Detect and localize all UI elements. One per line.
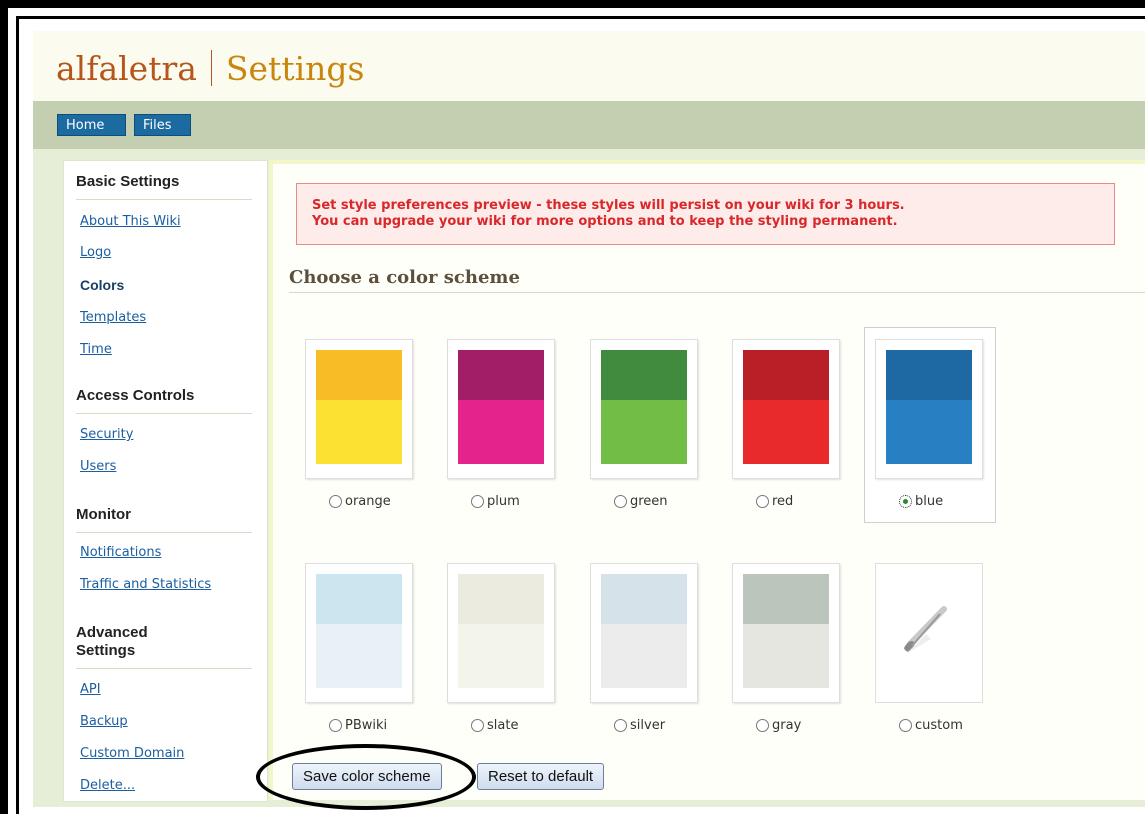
- scheme-label: silver: [630, 718, 666, 733]
- swatch-blue[interactable]: [875, 339, 983, 479]
- sidebar: Basic Settings About This Wiki Logo Colo…: [63, 160, 268, 802]
- scheme-label: custom: [915, 718, 963, 733]
- sidebar-divider: [76, 413, 252, 414]
- sidebar-heading-monitor: Monitor: [76, 506, 131, 523]
- swatch-header-color: [601, 350, 687, 400]
- swatch-body-color: [601, 400, 687, 464]
- annotation-circle: [256, 744, 476, 810]
- radio-button[interactable]: [899, 719, 912, 732]
- radio-button[interactable]: [614, 719, 627, 732]
- swatch-header-color: [743, 574, 829, 624]
- sidebar-item-about[interactable]: About This Wiki: [80, 214, 181, 229]
- scheme-option-red[interactable]: red: [756, 494, 793, 509]
- scheme-label: orange: [345, 494, 391, 509]
- swatch-header-color: [886, 350, 972, 400]
- swatch-body-color: [743, 624, 829, 688]
- sidebar-divider: [76, 668, 252, 669]
- sidebar-item-logo[interactable]: Logo: [80, 245, 111, 260]
- scheme-option-silver[interactable]: silver: [614, 718, 665, 733]
- swatch-header-color: [601, 574, 687, 624]
- preview-alert: Set style preferences preview - these st…: [296, 183, 1115, 245]
- site-name[interactable]: alfaletra: [56, 49, 197, 88]
- scheme-label: plum: [487, 494, 520, 509]
- scheme-option-orange[interactable]: orange: [329, 494, 391, 509]
- main-content: [269, 160, 1145, 800]
- sidebar-item-time[interactable]: Time: [80, 342, 112, 357]
- frame-border-left: [0, 0, 8, 814]
- scheme-label: gray: [772, 718, 802, 733]
- scheme-label: slate: [487, 718, 519, 733]
- sidebar-item-delete[interactable]: Delete...: [80, 778, 135, 793]
- sidebar-item-templates[interactable]: Templates: [80, 310, 146, 325]
- reset-to-default-button[interactable]: Reset to default: [477, 763, 605, 790]
- scheme-option-slate[interactable]: slate: [471, 718, 518, 733]
- sidebar-item-backup[interactable]: Backup: [80, 714, 128, 729]
- brand-separator: [210, 50, 212, 86]
- scheme-option-custom[interactable]: custom: [899, 718, 963, 733]
- sidebar-item-users[interactable]: Users: [80, 459, 116, 474]
- radio-button[interactable]: [756, 719, 769, 732]
- swatch-body-color: [743, 400, 829, 464]
- swatch-body-color: [316, 400, 402, 464]
- paintbrush-icon: [904, 606, 947, 654]
- scheme-label: red: [772, 494, 794, 509]
- swatch-red[interactable]: [732, 339, 840, 479]
- alert-line-1: Set style preferences preview - these st…: [312, 198, 905, 213]
- sidebar-item-custom-domain[interactable]: Custom Domain: [80, 746, 184, 761]
- scheme-option-pbwiki[interactable]: PBwiki: [329, 718, 387, 733]
- nav-home-button[interactable]: Home: [57, 114, 126, 136]
- site-branding: alfaletra Settings: [56, 49, 364, 88]
- sidebar-item-security[interactable]: Security: [80, 427, 133, 442]
- scheme-option-gray[interactable]: gray: [756, 718, 801, 733]
- navbar: [33, 101, 1145, 149]
- scheme-option-blue[interactable]: blue: [899, 494, 943, 509]
- swatch-orange[interactable]: [305, 339, 413, 479]
- sidebar-heading-basic-settings: Basic Settings: [76, 173, 180, 190]
- swatch-green[interactable]: [590, 339, 698, 479]
- sidebar-heading-access-controls: Access Controls: [76, 387, 195, 404]
- radio-button[interactable]: [471, 719, 484, 732]
- swatch-header-color: [458, 350, 544, 400]
- page-title: Settings: [225, 49, 365, 88]
- swatch-header-color: [743, 350, 829, 400]
- radio-button[interactable]: [329, 719, 342, 732]
- swatch-silver[interactable]: [590, 563, 698, 703]
- swatch-header-color: [316, 350, 402, 400]
- sidebar-divider: [76, 532, 252, 533]
- sidebar-item-colors[interactable]: Colors: [80, 277, 124, 293]
- scheme-label: blue: [915, 494, 944, 509]
- scheme-label: PBwiki: [345, 718, 388, 733]
- frame-border-top: [0, 0, 1145, 8]
- swatch-pbwiki[interactable]: [305, 563, 413, 703]
- swatch-body-color: [458, 400, 544, 464]
- swatch-body-color: [316, 624, 402, 688]
- swatch-body-color: [458, 624, 544, 688]
- radio-button[interactable]: [899, 495, 912, 508]
- radio-button[interactable]: [471, 495, 484, 508]
- radio-button[interactable]: [329, 495, 342, 508]
- swatch-header-color: [316, 574, 402, 624]
- swatch-plum[interactable]: [447, 339, 555, 479]
- swatch-slate[interactable]: [447, 563, 555, 703]
- sidebar-item-notifications[interactable]: Notifications: [80, 545, 161, 560]
- section-title: Choose a color scheme: [289, 267, 520, 288]
- swatch-header-color: [458, 574, 544, 624]
- sidebar-item-api[interactable]: API: [80, 682, 101, 697]
- swatch-body-color: [886, 400, 972, 464]
- scheme-option-plum[interactable]: plum: [471, 494, 520, 509]
- sidebar-divider: [76, 199, 252, 200]
- radio-button[interactable]: [756, 495, 769, 508]
- section-divider: [289, 292, 1145, 293]
- sidebar-heading-advanced-settings: Advanced Settings: [76, 624, 148, 659]
- scheme-label: green: [630, 494, 668, 509]
- sidebar-item-traffic[interactable]: Traffic and Statistics: [80, 577, 211, 592]
- nav-files-button[interactable]: Files: [134, 114, 191, 136]
- swatch-custom[interactable]: [875, 563, 983, 703]
- scheme-option-green[interactable]: green: [614, 494, 668, 509]
- header: alfaletra Settings: [33, 31, 1145, 101]
- alert-line-2: You can upgrade your wiki for more optio…: [312, 214, 898, 229]
- radio-button[interactable]: [614, 495, 627, 508]
- swatch-gray[interactable]: [732, 563, 840, 703]
- swatch-body-color: [601, 624, 687, 688]
